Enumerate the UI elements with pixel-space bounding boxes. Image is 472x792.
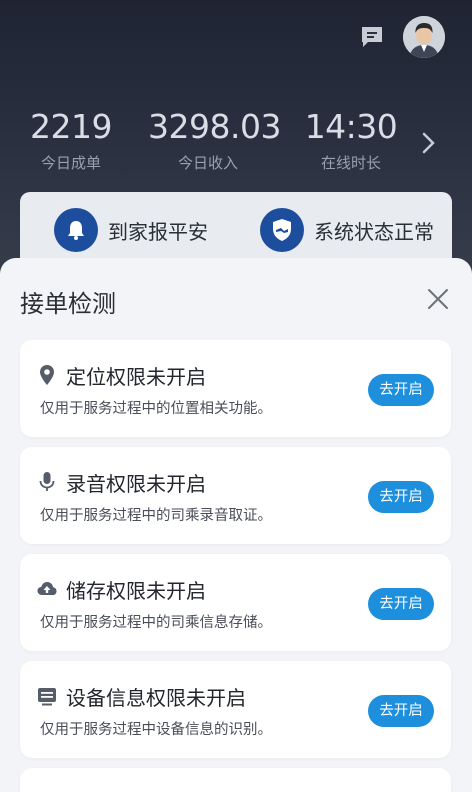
stat-income-label: 今日收入 — [177, 154, 238, 172]
permission-card-device-info: 设备信息权限未开启 仅用于服务过程中设备信息的识别。 去开启 — [20, 661, 451, 758]
cloud-upload-icon — [36, 578, 58, 600]
order-check-sheet: 接单检测 定位权限未开启 仅用于服务过程中的位置相关功能。 去开启 录音权限未开… — [0, 258, 472, 792]
permission-title: 录音权限未开启 — [66, 472, 206, 496]
stat-orders: 2219 今日成单 — [11, 108, 131, 173]
stat-online-time: 14:30 在线时长 — [291, 108, 411, 173]
enable-location-button[interactable]: 去开启 — [368, 374, 434, 406]
chevron-right-icon[interactable] — [420, 130, 438, 156]
sheet-title: 接单检测 — [20, 290, 116, 318]
stat-income-value: 3298.03 — [148, 107, 281, 146]
system-status-button[interactable]: 系统状态正常 — [260, 208, 434, 252]
bell-icon — [54, 208, 98, 252]
enable-storage-button[interactable]: 去开启 — [368, 588, 434, 620]
permission-card-storage: 储存权限未开启 仅用于服务过程中的司乘信息存储。 去开启 — [20, 554, 451, 651]
system-status-label: 系统状态正常 — [314, 219, 434, 244]
dashboard-header: 2219 今日成单 3298.03 今日收入 14:30 在线时长 到家报平安 — [0, 0, 472, 300]
stat-income: 3298.03 今日收入 — [148, 107, 281, 173]
location-pin-icon — [36, 364, 58, 386]
enable-device-info-button[interactable]: 去开启 — [368, 695, 434, 727]
stat-online-value: 14:30 — [304, 107, 398, 146]
driver-avatar[interactable] — [403, 16, 445, 58]
close-icon[interactable] — [425, 286, 451, 312]
message-icon[interactable] — [359, 25, 385, 49]
report-safe-home-label: 到家报平安 — [108, 219, 208, 244]
permission-title: 设备信息权限未开启 — [66, 686, 246, 710]
shield-icon — [260, 208, 304, 252]
stat-orders-label: 今日成单 — [40, 154, 101, 172]
stat-orders-value: 2219 — [30, 107, 112, 146]
permission-desc: 仅用于服务过程中设备信息的识别。 — [40, 722, 272, 738]
permission-title: 储存权限未开启 — [66, 579, 206, 603]
permission-desc: 仅用于服务过程中的位置相关功能。 — [40, 401, 272, 417]
permission-card-partial — [20, 768, 451, 792]
permission-desc: 仅用于服务过程中的司乘信息存储。 — [40, 615, 272, 631]
permission-title: 定位权限未开启 — [66, 365, 206, 389]
permission-card-location: 定位权限未开启 仅用于服务过程中的位置相关功能。 去开启 — [20, 340, 451, 437]
enable-microphone-button[interactable]: 去开启 — [368, 481, 434, 513]
microphone-icon — [36, 471, 58, 493]
stat-online-label: 在线时长 — [320, 154, 381, 172]
permission-card-microphone: 录音权限未开启 仅用于服务过程中的司乘录音取证。 去开启 — [20, 447, 451, 544]
permission-desc: 仅用于服务过程中的司乘录音取证。 — [40, 508, 272, 524]
device-info-icon — [36, 685, 58, 707]
report-safe-home-button[interactable]: 到家报平安 — [54, 208, 208, 252]
